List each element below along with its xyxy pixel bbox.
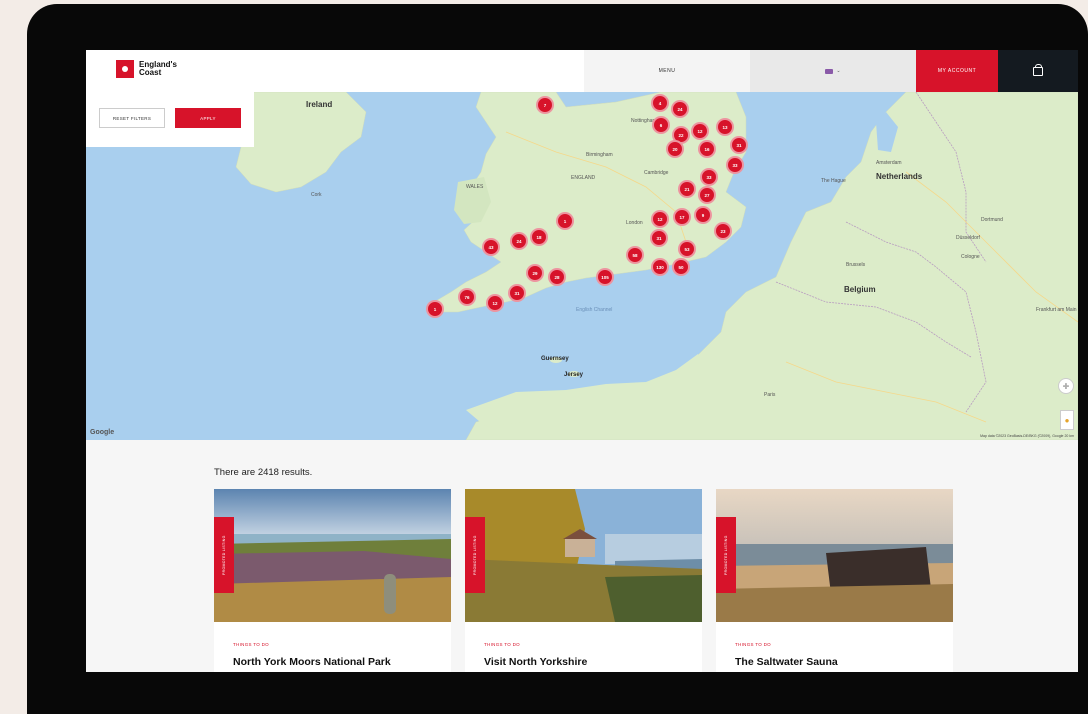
map-cluster-marker[interactable]: 17 [673, 208, 691, 226]
map-cluster-marker[interactable]: 12 [691, 122, 709, 140]
map-cluster-marker[interactable]: 31 [508, 284, 526, 302]
results-count: There are 2418 results. [214, 467, 313, 478]
map-cluster-marker[interactable]: 50 [672, 258, 690, 276]
bag-icon [1033, 63, 1043, 76]
site-logo[interactable]: England's Coast [116, 60, 179, 78]
map-cluster-marker[interactable]: 13 [716, 118, 734, 136]
card-title[interactable]: North York Moors National Park [233, 656, 391, 668]
promoted-listing-tag: PROMOTED LISTING [214, 517, 234, 593]
map-cluster-marker[interactable]: 16 [698, 140, 716, 158]
map-cluster-marker[interactable]: 24 [510, 232, 528, 250]
device-frame: England's Coast MENU ⌄ MY ACCOUNT Irelan… [27, 4, 1088, 714]
map-cluster-marker[interactable]: 12 [651, 210, 669, 228]
site-header: England's Coast MENU ⌄ MY ACCOUNT [86, 50, 1078, 92]
promoted-listing-tag: PROMOTED LISTING [716, 517, 736, 593]
map-label-guernsey: Guernsey [541, 356, 569, 362]
map-attribution: Map data ©2023 GeoBasis-DE/BKG (©2009), … [980, 434, 1074, 438]
map-label-london: London [626, 220, 643, 226]
map-label-cologne: Cologne [961, 254, 980, 260]
promoted-listing-tag: PROMOTED LISTING [465, 517, 485, 593]
map-cluster-marker[interactable]: 105 [596, 268, 614, 286]
card-image [716, 489, 953, 622]
language-selector[interactable]: ⌄ [750, 50, 916, 92]
my-account-button[interactable]: MY ACCOUNT [916, 50, 998, 92]
basket-button[interactable] [998, 50, 1078, 92]
map-cluster-marker[interactable]: 9 [694, 206, 712, 224]
map-cluster-marker[interactable]: 23 [714, 222, 732, 240]
flag-icon [825, 68, 834, 74]
map-label-netherlands: Netherlands [876, 172, 923, 181]
map-label-paris: Paris [764, 392, 776, 398]
map-cluster-marker[interactable]: 27 [698, 186, 716, 204]
map-pan-icon[interactable]: ✛ [1058, 378, 1074, 394]
map-label-the-hague: The Hague [821, 178, 846, 184]
map-cluster-marker[interactable]: 6 [652, 116, 670, 134]
map-cluster-marker[interactable]: 4 [651, 94, 669, 112]
map-label-cork: Cork [311, 192, 322, 198]
map-label-amsterdam: Amsterdam [876, 160, 902, 166]
map-cluster-marker[interactable]: 29 [526, 264, 544, 282]
map-label-dortmund: Dortmund [981, 217, 1003, 223]
filter-panel: RESET FILTERS APPLY [86, 92, 254, 147]
map-cluster-marker[interactable]: 33 [700, 168, 718, 186]
map-label-birmingham: Birmingham [586, 152, 613, 158]
map-label-ireland: Ireland [306, 100, 333, 109]
map-label-wales: WALES [466, 184, 484, 190]
map-label-england: ENGLAND [571, 175, 596, 181]
map-cluster-marker[interactable]: 33 [726, 156, 744, 174]
map-cluster-marker[interactable]: 7 [536, 96, 554, 114]
result-card[interactable]: PROMOTED LISTING THINGS TO DO North York… [214, 489, 451, 672]
map-cluster-marker[interactable]: 20 [666, 140, 684, 158]
map-label-cambridge: Cambridge [644, 170, 669, 176]
google-logo: Google [90, 429, 115, 436]
map-cluster-marker[interactable]: 43 [482, 238, 500, 256]
map-cluster-marker[interactable]: 18 [530, 228, 548, 246]
map-cluster-marker[interactable]: 53 [678, 240, 696, 258]
logo-text: England's Coast [139, 60, 177, 77]
map-cluster-marker[interactable]: 12 [486, 294, 504, 312]
map-cluster-marker[interactable]: 58 [626, 246, 644, 264]
result-card[interactable]: PROMOTED LISTING THINGS TO DO Visit Nort… [465, 489, 702, 672]
menu-button[interactable]: MENU [584, 50, 750, 92]
map-cluster-marker[interactable]: 76 [458, 288, 476, 306]
map-label-dusseldorf: Düsseldorf [956, 235, 980, 241]
map-cluster-marker[interactable]: 31 [650, 229, 668, 247]
card-image [214, 489, 451, 622]
map-cluster-marker[interactable]: 24 [671, 100, 689, 118]
screen: England's Coast MENU ⌄ MY ACCOUNT Irelan… [86, 50, 1078, 672]
map-label-jersey: Jersey [564, 372, 584, 378]
apply-button[interactable]: APPLY [175, 108, 241, 128]
card-category: THINGS TO DO [233, 642, 269, 647]
map-cluster-marker[interactable]: 28 [548, 268, 566, 286]
reset-filters-button[interactable]: RESET FILTERS [99, 108, 165, 128]
map-cluster-marker[interactable]: 1 [426, 300, 444, 318]
map-label-english-channel: English Channel [576, 307, 613, 313]
result-card[interactable]: PROMOTED LISTING THINGS TO DO The Saltwa… [716, 489, 953, 672]
map-cluster-marker[interactable]: 1 [556, 212, 574, 230]
map-cluster-marker[interactable]: 130 [651, 258, 669, 276]
map-label-brussels: Brussels [846, 262, 866, 268]
card-title[interactable]: Visit North Yorkshire [484, 656, 587, 668]
card-category: THINGS TO DO [735, 642, 771, 647]
card-image [465, 489, 702, 622]
card-category: THINGS TO DO [484, 642, 520, 647]
card-title[interactable]: The Saltwater Sauna [735, 656, 838, 668]
chevron-down-icon: ⌄ [836, 68, 841, 74]
map-cluster-marker[interactable]: 21 [678, 180, 696, 198]
map-cluster-marker[interactable]: 31 [730, 136, 748, 154]
map-label-frankfurt: Frankfurt am Main [1036, 307, 1077, 313]
map-label-belgium: Belgium [844, 285, 876, 294]
logo-mark-icon [116, 60, 134, 78]
street-view-pegman-icon[interactable]: ● [1060, 410, 1074, 430]
